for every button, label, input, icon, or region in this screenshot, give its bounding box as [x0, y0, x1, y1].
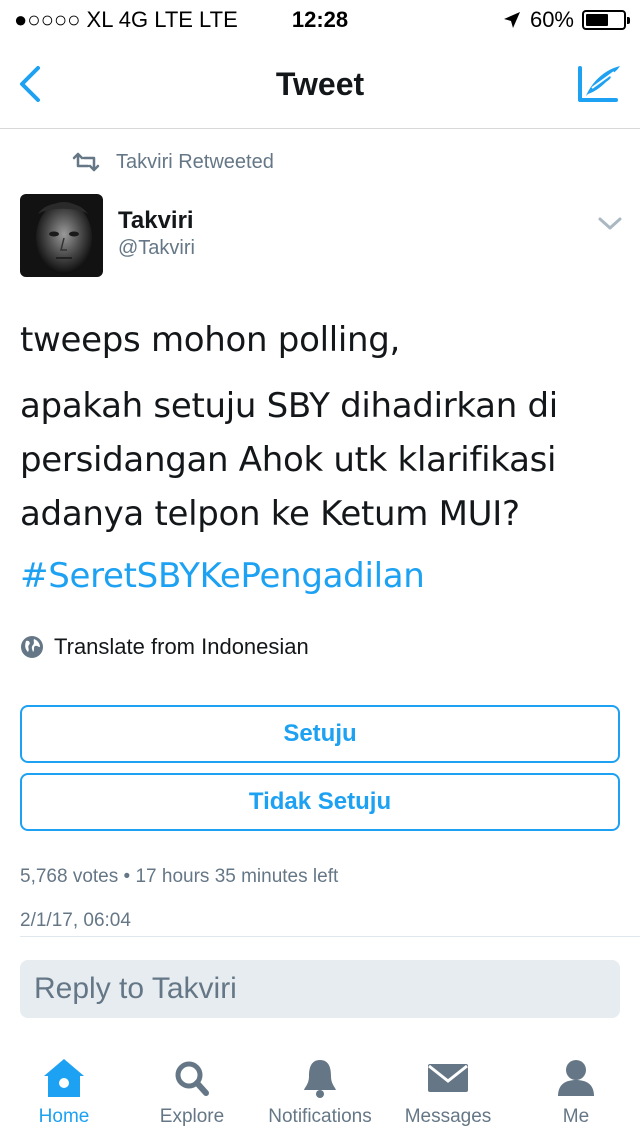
page-title: Tweet: [275, 66, 365, 102]
avatar[interactable]: [20, 194, 103, 277]
poll-option-label: Setuju: [283, 720, 357, 747]
retweet-context[interactable]: Takviri Retweeted: [70, 148, 274, 176]
tab-label: Explore: [159, 1106, 225, 1127]
globe-icon: [21, 636, 43, 658]
location-arrow-icon: [503, 12, 520, 28]
tab-home[interactable]: Home: [0, 1048, 128, 1136]
tweet-text-line: apakah setuju SBY dihadirkan di: [20, 386, 558, 426]
compose-icon: [578, 66, 620, 102]
divider: [20, 936, 640, 937]
status-bar: ●○○○○ XL 4G LTE LTE 12:28 60%: [0, 0, 640, 40]
author-handle[interactable]: @Takviri: [118, 237, 195, 260]
poll-option-setuju[interactable]: Setuju: [20, 705, 620, 763]
tweet-text-line: adanya telpon ke Ketum MUI?: [20, 494, 520, 534]
person-icon: [558, 1060, 594, 1096]
nav-bar: Tweet: [0, 40, 640, 129]
home-icon: [44, 1059, 84, 1097]
avatar-image: [20, 194, 103, 277]
translate-link[interactable]: Translate from Indonesian: [20, 634, 309, 660]
translate-label: Translate from Indonesian: [54, 634, 309, 659]
poll-summary: 5,768 votes • 17 hours 35 minutes left: [20, 866, 338, 888]
separator-dot: •: [123, 866, 131, 887]
tweet-text-line: tweeps mohon polling,: [20, 320, 401, 360]
tab-label: Notifications: [268, 1106, 372, 1127]
tab-notifications[interactable]: Notifications: [256, 1048, 384, 1136]
envelope-icon: [428, 1064, 468, 1092]
poll-option-tidak-setuju[interactable]: Tidak Setuju: [20, 773, 620, 831]
tweet-timestamp: 2/1/17, 06:04: [20, 910, 131, 931]
retweet-icon: [72, 152, 100, 172]
time-left: 17 hours 35 minutes left: [135, 866, 339, 887]
tab-label: Messages: [404, 1106, 492, 1127]
reply-placeholder: Reply to Takviri: [34, 972, 237, 1005]
compose-tweet-button[interactable]: [576, 62, 624, 106]
tweet-options-button[interactable]: [596, 214, 624, 234]
tab-me[interactable]: Me: [512, 1048, 640, 1136]
battery-percent: 60%: [529, 7, 574, 32]
author-name[interactable]: Takviri: [118, 207, 194, 235]
tab-explore[interactable]: Explore: [128, 1048, 256, 1136]
tab-label: Home: [38, 1106, 90, 1127]
retweeted-by-label: Takviri Retweeted: [116, 150, 274, 173]
bell-icon: [304, 1060, 336, 1098]
tweet-text-line: persidangan Ahok utk klarifikasi: [20, 440, 557, 480]
vote-count: 5,768 votes: [20, 866, 119, 887]
search-icon: [175, 1061, 209, 1096]
battery-fill: [586, 14, 608, 26]
chevron-down-icon: [598, 217, 622, 230]
tab-label: Me: [562, 1106, 590, 1127]
reply-input[interactable]: Reply to Takviri: [20, 960, 620, 1018]
poll-option-label: Tidak Setuju: [248, 788, 392, 815]
battery-icon: [582, 10, 630, 30]
tab-messages[interactable]: Messages: [384, 1048, 512, 1136]
tab-bar: Home Explore Notifications Messages Me: [0, 1048, 640, 1136]
hashtag-link[interactable]: #SeretSBYKePengadilan: [20, 556, 425, 596]
